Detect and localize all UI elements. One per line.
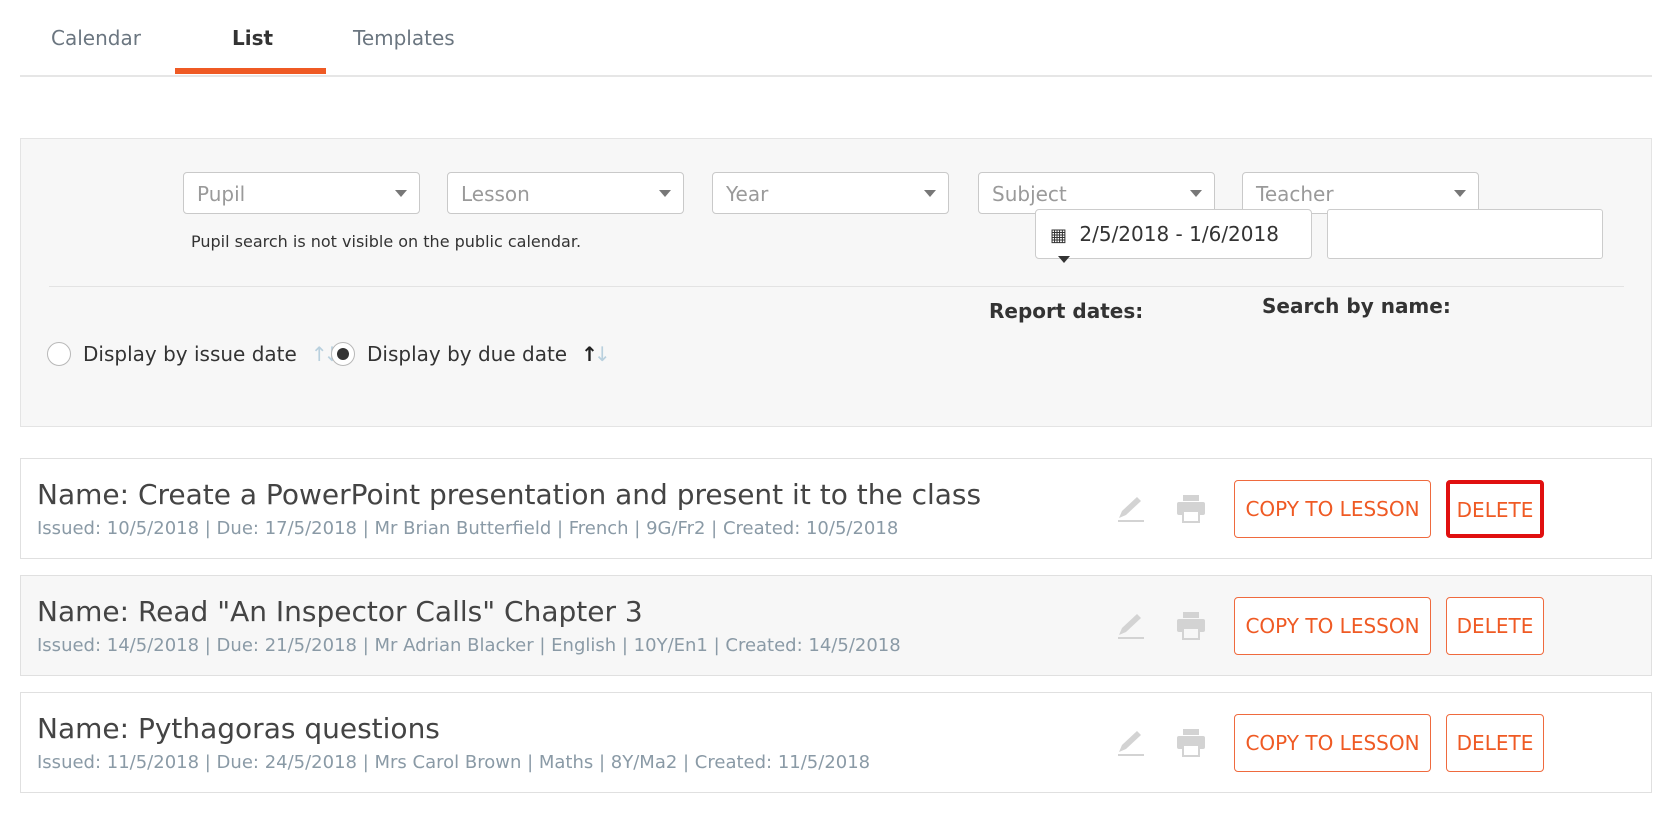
edit-icon[interactable] [1111, 491, 1151, 527]
print-icon[interactable] [1171, 491, 1211, 527]
pupil-select-label: Pupil [197, 182, 246, 206]
task-row: Name: Read "An Inspector Calls" Chapter … [20, 575, 1652, 676]
year-select[interactable]: Year [712, 172, 949, 214]
pupil-search-hint: Pupil search is not visible on the publi… [191, 232, 582, 251]
display-by-due-date-option[interactable]: Display by due date ↑↓ [331, 342, 611, 366]
task-name: Name: Create a PowerPoint presentation a… [37, 478, 982, 511]
copy-to-lesson-button[interactable]: COPY TO LESSON [1234, 597, 1431, 655]
report-date-range: 2/5/2018 - 1/6/2018 [1079, 222, 1279, 246]
edit-icon[interactable] [1111, 608, 1151, 644]
teacher-select[interactable]: Teacher [1242, 172, 1479, 214]
sort-ascending-icon[interactable]: ↑↓ [581, 342, 610, 366]
task-name: Name: Read "An Inspector Calls" Chapter … [37, 595, 643, 628]
subject-select-label: Subject [992, 182, 1067, 206]
report-date-range-picker[interactable]: ▦ 2/5/2018 - 1/6/2018 [1035, 209, 1312, 263]
print-icon[interactable] [1171, 725, 1211, 761]
active-tab-indicator [175, 68, 326, 74]
divider [49, 286, 1624, 287]
task-meta: Issued: 11/5/2018 | Due: 24/5/2018 | Mrs… [37, 752, 871, 773]
search-by-name-label: Search by name: [1262, 294, 1451, 318]
calendar-icon: ▦ [1050, 225, 1068, 246]
chevron-down-icon [659, 190, 671, 197]
chevron-down-icon [924, 190, 936, 197]
caret-down-icon [1058, 256, 1070, 263]
due-date-label: Display by due date [367, 342, 568, 366]
copy-to-lesson-button[interactable]: COPY TO LESSON [1234, 714, 1431, 772]
print-icon[interactable] [1171, 608, 1211, 644]
search-by-name-input[interactable] [1327, 209, 1603, 259]
issue-date-radio[interactable] [47, 342, 71, 366]
teacher-select-label: Teacher [1256, 182, 1334, 206]
task-row: Name: Create a PowerPoint presentation a… [20, 458, 1652, 559]
filter-panel: Pupil Lesson Year Subject Teacher Pupil … [20, 138, 1652, 427]
due-date-radio[interactable] [331, 342, 355, 366]
tab-list[interactable]: List [232, 26, 273, 50]
lesson-select[interactable]: Lesson [447, 172, 684, 214]
copy-to-lesson-button[interactable]: COPY TO LESSON [1234, 480, 1431, 538]
report-dates-label: Report dates: [989, 299, 1144, 323]
delete-button[interactable]: DELETE [1446, 480, 1544, 538]
task-name: Name: Pythagoras questions [37, 712, 440, 745]
view-tabs: Calendar List Templates [20, 0, 1652, 77]
task-meta: Issued: 10/5/2018 | Due: 17/5/2018 | Mr … [37, 518, 899, 539]
display-by-issue-date-option[interactable]: Display by issue date ↑↓ [47, 342, 340, 366]
pupil-select[interactable]: Pupil [183, 172, 420, 214]
task-row: Name: Pythagoras questions Issued: 11/5/… [20, 692, 1652, 793]
delete-button[interactable]: DELETE [1446, 714, 1544, 772]
chevron-down-icon [1454, 190, 1466, 197]
edit-icon[interactable] [1111, 725, 1151, 761]
homework-list-page: Calendar List Templates Pupil Lesson Yea… [0, 0, 1674, 814]
lesson-select-label: Lesson [461, 182, 530, 206]
tab-templates[interactable]: Templates [353, 26, 455, 50]
chevron-down-icon [395, 190, 407, 197]
chevron-down-icon [1190, 190, 1202, 197]
delete-button[interactable]: DELETE [1446, 597, 1544, 655]
issue-date-label: Display by issue date [83, 342, 297, 366]
subject-select[interactable]: Subject [978, 172, 1215, 214]
year-select-label: Year [726, 182, 769, 206]
task-meta: Issued: 14/5/2018 | Due: 21/5/2018 | Mr … [37, 635, 901, 656]
tab-calendar[interactable]: Calendar [51, 26, 141, 50]
